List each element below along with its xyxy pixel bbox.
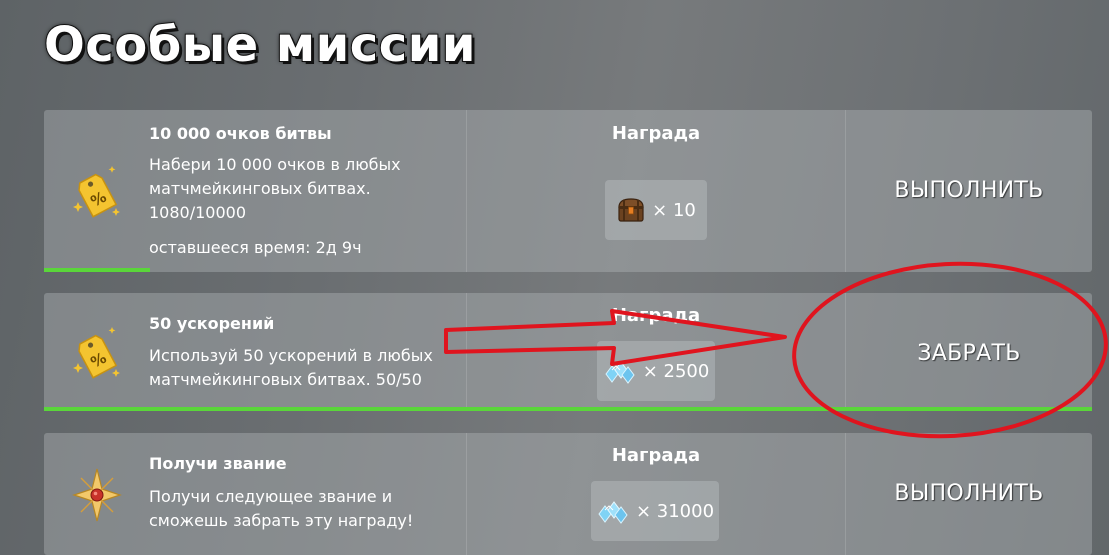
reward-column: Награда × 10 <box>466 110 845 272</box>
mission-title: 10 000 очков битвы <box>149 124 332 143</box>
mission-title: Получи звание <box>149 454 287 473</box>
mission-description: Получи следующее звание и сможешь забрат… <box>149 487 414 530</box>
page-title: Особые миссии <box>43 16 476 74</box>
mission-description-column: Получи звание Получи следующее звание и … <box>44 433 465 555</box>
action-label: ЗАБРАТЬ <box>917 341 1021 366</box>
mission-time-left: оставшееся время: 2д 9ч <box>149 238 362 257</box>
reward-amount: × 10 <box>652 199 696 221</box>
mission-progress-bar <box>44 268 150 272</box>
reward-box: × 10 <box>605 180 707 240</box>
action-label: ВЫПОЛНИТЬ <box>894 178 1044 203</box>
rank-star-icon <box>72 468 122 522</box>
mission-description-column: % 10 000 очков битвы Набери 10 000 очков… <box>44 110 465 272</box>
mission-description: Набери 10 000 очков в любых матчмейкинго… <box>149 155 401 222</box>
mission-title: 50 ускорений <box>149 314 275 333</box>
complete-mission-button[interactable]: ВЫПОЛНИТЬ <box>845 433 1092 555</box>
complete-mission-button[interactable]: ВЫПОЛНИТЬ <box>845 110 1092 272</box>
reward-column: Награда × 31000 <box>466 433 845 555</box>
mission-card-rank: Получи звание Получи следующее звание и … <box>44 433 1092 555</box>
crystals-icon <box>598 501 628 524</box>
reward-title: Награда <box>611 123 701 144</box>
claim-reward-button[interactable]: ЗАБРАТЬ <box>845 293 1092 411</box>
reward-amount: × 2500 <box>642 360 710 382</box>
action-label: ВЫПОЛНИТЬ <box>894 481 1044 506</box>
reward-title: Награда <box>611 445 701 466</box>
treasure-chest-icon <box>618 198 644 222</box>
reward-column: Награда × 2500 <box>466 293 845 411</box>
percent-tag-icon: % <box>73 166 120 218</box>
reward-title: Награда <box>611 305 701 326</box>
mission-description: Используй 50 ускорений в любых матчмейки… <box>149 346 433 389</box>
reward-amount: × 31000 <box>635 500 715 522</box>
mission-card-battle-points: % 10 000 очков битвы Набери 10 000 очков… <box>44 110 1092 272</box>
mission-card-boosts: % 50 ускорений Используй 50 ускорений в … <box>44 293 1092 411</box>
crystals-icon <box>605 361 635 384</box>
reward-box: × 2500 <box>597 341 715 401</box>
mission-description-column: % 50 ускорений Используй 50 ускорений в … <box>44 293 465 411</box>
reward-box: × 31000 <box>591 481 719 541</box>
mission-progress-bar <box>44 407 1092 411</box>
percent-tag-icon: % <box>73 327 120 379</box>
